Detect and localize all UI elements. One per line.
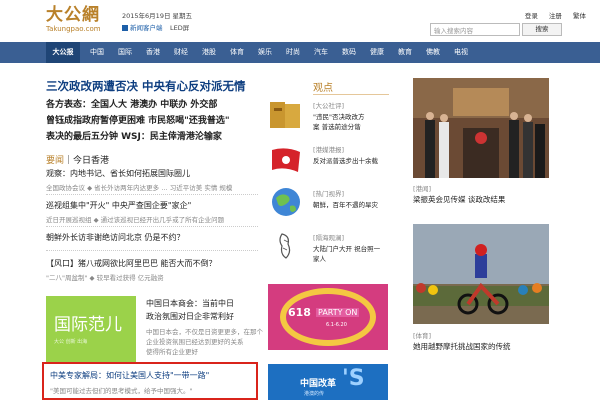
nav-item-international[interactable]: 国际 bbox=[112, 42, 138, 63]
news-item-title-1[interactable]: 观察：内地书记、省长如何拓展国际圈儿 bbox=[46, 168, 190, 179]
opinion-heading[interactable]: 观点 bbox=[313, 79, 333, 94]
traditional-link[interactable]: 繁体 bbox=[573, 12, 586, 20]
opinion-underline bbox=[313, 94, 389, 95]
globe-thumbnail[interactable] bbox=[268, 186, 304, 218]
nav-item-digital[interactable]: 数码 bbox=[336, 42, 362, 63]
register-link[interactable]: 注册 bbox=[549, 12, 562, 20]
opinion-tag-3[interactable]: [热门视界] bbox=[313, 188, 344, 198]
section-label[interactable]: 要闻 bbox=[46, 156, 64, 166]
site-header: 大公網 Takungpao.com 2015年6月19日 星期五 新闻客户端 L… bbox=[0, 0, 600, 42]
client-link-label: 新闻客户端 bbox=[130, 24, 163, 32]
main-nav: 大公报 中国 国际 香港 财经 港股 体育 娱乐 时尚 汽车 数码 健康 教育 … bbox=[0, 42, 600, 63]
highlighted-article-title[interactable]: 中美专家解局：如何让美国人支持"一带一路" bbox=[50, 370, 209, 381]
nav-item-fashion[interactable]: 时尚 bbox=[280, 42, 306, 63]
login-link[interactable]: 登录 bbox=[525, 12, 538, 20]
feature-sub-3: 使得所有企业更好 bbox=[146, 348, 198, 356]
opinion-tag-1[interactable]: [大公社评] bbox=[313, 100, 344, 110]
news-item-sub-2: 近日开展巡视组 ◆ 通过该巡视已经开出几乎或了所有企业问题 bbox=[46, 216, 225, 224]
led-link[interactable]: LED屏 bbox=[170, 22, 189, 32]
nav-item-tv[interactable]: 电视 bbox=[448, 42, 474, 63]
opinion-tag-4[interactable]: [隔海观澜] bbox=[313, 232, 344, 242]
section-title: 要闻｜今日香港 bbox=[46, 153, 109, 166]
news-item-sub-4: "二八"周盆制" ◆ 较早看过获得 亿元融资 bbox=[46, 274, 164, 282]
news-item-title-3[interactable]: 朝鲜外长访非谢绝访问北京 仍是不约？ bbox=[46, 232, 185, 243]
ad-reform-mark: 'S bbox=[342, 366, 365, 391]
ad-reform-sub: 港澳的传 bbox=[304, 391, 325, 397]
client-link[interactable]: 新闻客户端 bbox=[122, 22, 163, 32]
phone-icon bbox=[122, 25, 128, 31]
press-conference-photo[interactable] bbox=[413, 78, 549, 178]
opinion-tag-2[interactable]: [港媒港报] bbox=[313, 144, 344, 154]
search-input[interactable]: 输入搜索内容 bbox=[430, 23, 520, 36]
right-text-2[interactable]: 她用越野摩托挑战国家的传统 bbox=[413, 341, 511, 352]
nav-item-finance[interactable]: 财经 bbox=[168, 42, 194, 63]
lead-link-3[interactable]: 表决的最后五分钟 WSJ：民主倖滑港沦输家 bbox=[46, 129, 222, 142]
top-headline[interactable]: 三次政改两遭否决 中央有心反对派无情 bbox=[46, 78, 246, 94]
opinion-text-1a[interactable]: "违民"否决政改方 bbox=[313, 111, 364, 121]
nav-item-hkstocks[interactable]: 港股 bbox=[196, 42, 222, 63]
news-item-title-4[interactable]: 【风口】猪八戒网欲比阿里巴巴 能否大而不倒？ bbox=[46, 258, 217, 269]
news-item-sub-1: 全国政协会议 ◆ 省长外访两年内达更多 … 习近平访美 实情 规模 bbox=[46, 184, 233, 192]
opinion-text-3[interactable]: 朝鲜，百年不遇的旱灾 bbox=[313, 199, 378, 209]
lead-link-1[interactable]: 各方表态：全国人大 港澳办 中联办 外交部 bbox=[46, 97, 217, 110]
banner-sub: 大公 创新 出海 bbox=[54, 339, 88, 345]
feature-title-line-2[interactable]: 政治氛围对日企非常利好 bbox=[146, 311, 234, 322]
opinion-text-1b[interactable]: 案 普选前途分谐 bbox=[313, 121, 361, 131]
lead-link-2[interactable]: 曾钰成指政府暂停更困难 市民怒喝"还我普选" bbox=[46, 113, 230, 126]
feature-sub-2: 企业投资氛围已经达到更好的关系 bbox=[146, 338, 244, 346]
map-sketch-thumbnail[interactable] bbox=[268, 230, 304, 262]
ad-618-dates: 6.1-6.20 bbox=[326, 322, 347, 328]
divider bbox=[46, 194, 258, 195]
nav-item-buddhism[interactable]: 佛教 bbox=[420, 42, 446, 63]
divider bbox=[46, 250, 258, 251]
logo-english: Takungpao.com bbox=[46, 25, 101, 33]
nav-item-china[interactable]: 中国 bbox=[84, 42, 110, 63]
ad-china-reform-banner[interactable]: 'S 中国改革 港澳的传 bbox=[268, 364, 388, 400]
section-subtitle[interactable]: ｜今日香港 bbox=[64, 156, 109, 166]
current-date: 2015年6月19日 星期五 bbox=[122, 12, 193, 20]
right-text-1[interactable]: 梁振英会见传媒 谈政改结果 bbox=[413, 194, 505, 205]
ad-618-banner[interactable]: 618 PARTY ON 6.1-6.20 bbox=[268, 284, 388, 350]
ad-618-brand: 618 bbox=[288, 306, 311, 319]
nav-item-education[interactable]: 教育 bbox=[392, 42, 418, 63]
opinion-text-4b[interactable]: 家人 bbox=[313, 253, 326, 263]
opinion-text-2[interactable]: 反对派普选步出十余载 bbox=[313, 155, 378, 165]
ad-reform-title: 中国改革 bbox=[300, 379, 337, 389]
banner-title: 国际范儿 bbox=[54, 315, 122, 335]
site-logo[interactable]: 大公網 Takungpao.com bbox=[46, 6, 116, 38]
feature-sub-1: 中国日本会，不仅是日资更更多，在那个 bbox=[146, 328, 263, 336]
feature-title-line-1[interactable]: 中国日本商会：当前中日 bbox=[146, 298, 234, 309]
nav-item-auto[interactable]: 汽车 bbox=[308, 42, 334, 63]
motocross-photo[interactable] bbox=[413, 224, 549, 324]
right-tag-1[interactable]: [港闻] bbox=[413, 183, 431, 193]
nav-item-hongkong[interactable]: 香港 bbox=[140, 42, 166, 63]
opinion-text-4a[interactable]: 大陆门户大开 祝台照一 bbox=[313, 243, 380, 253]
international-banner[interactable]: 国际范儿 大公 创新 出海 bbox=[46, 296, 136, 364]
top-links: 登录 注册 繁体 bbox=[516, 10, 586, 20]
nav-item-health[interactable]: 健康 bbox=[364, 42, 390, 63]
nav-item-sports[interactable]: 体育 bbox=[224, 42, 250, 63]
search-button[interactable]: 搜索 bbox=[522, 23, 562, 36]
nav-item-dagongbao[interactable]: 大公报 bbox=[46, 42, 80, 63]
document-thumbnail[interactable] bbox=[268, 100, 304, 132]
nav-item-entertainment[interactable]: 娱乐 bbox=[252, 42, 278, 63]
ad-618-party: PARTY ON bbox=[316, 308, 360, 317]
divider bbox=[46, 226, 258, 227]
logo-chinese: 大公網 bbox=[46, 5, 100, 25]
right-tag-2[interactable]: [体育] bbox=[413, 330, 431, 340]
news-item-title-2[interactable]: 巡视组集中"开火" 中央严查国企要"家企" bbox=[46, 200, 191, 211]
hk-flag-thumbnail[interactable] bbox=[268, 144, 304, 176]
highlighted-article-sub: "美国可能过去但们的思考模式，给予中国强大。" bbox=[50, 387, 193, 395]
